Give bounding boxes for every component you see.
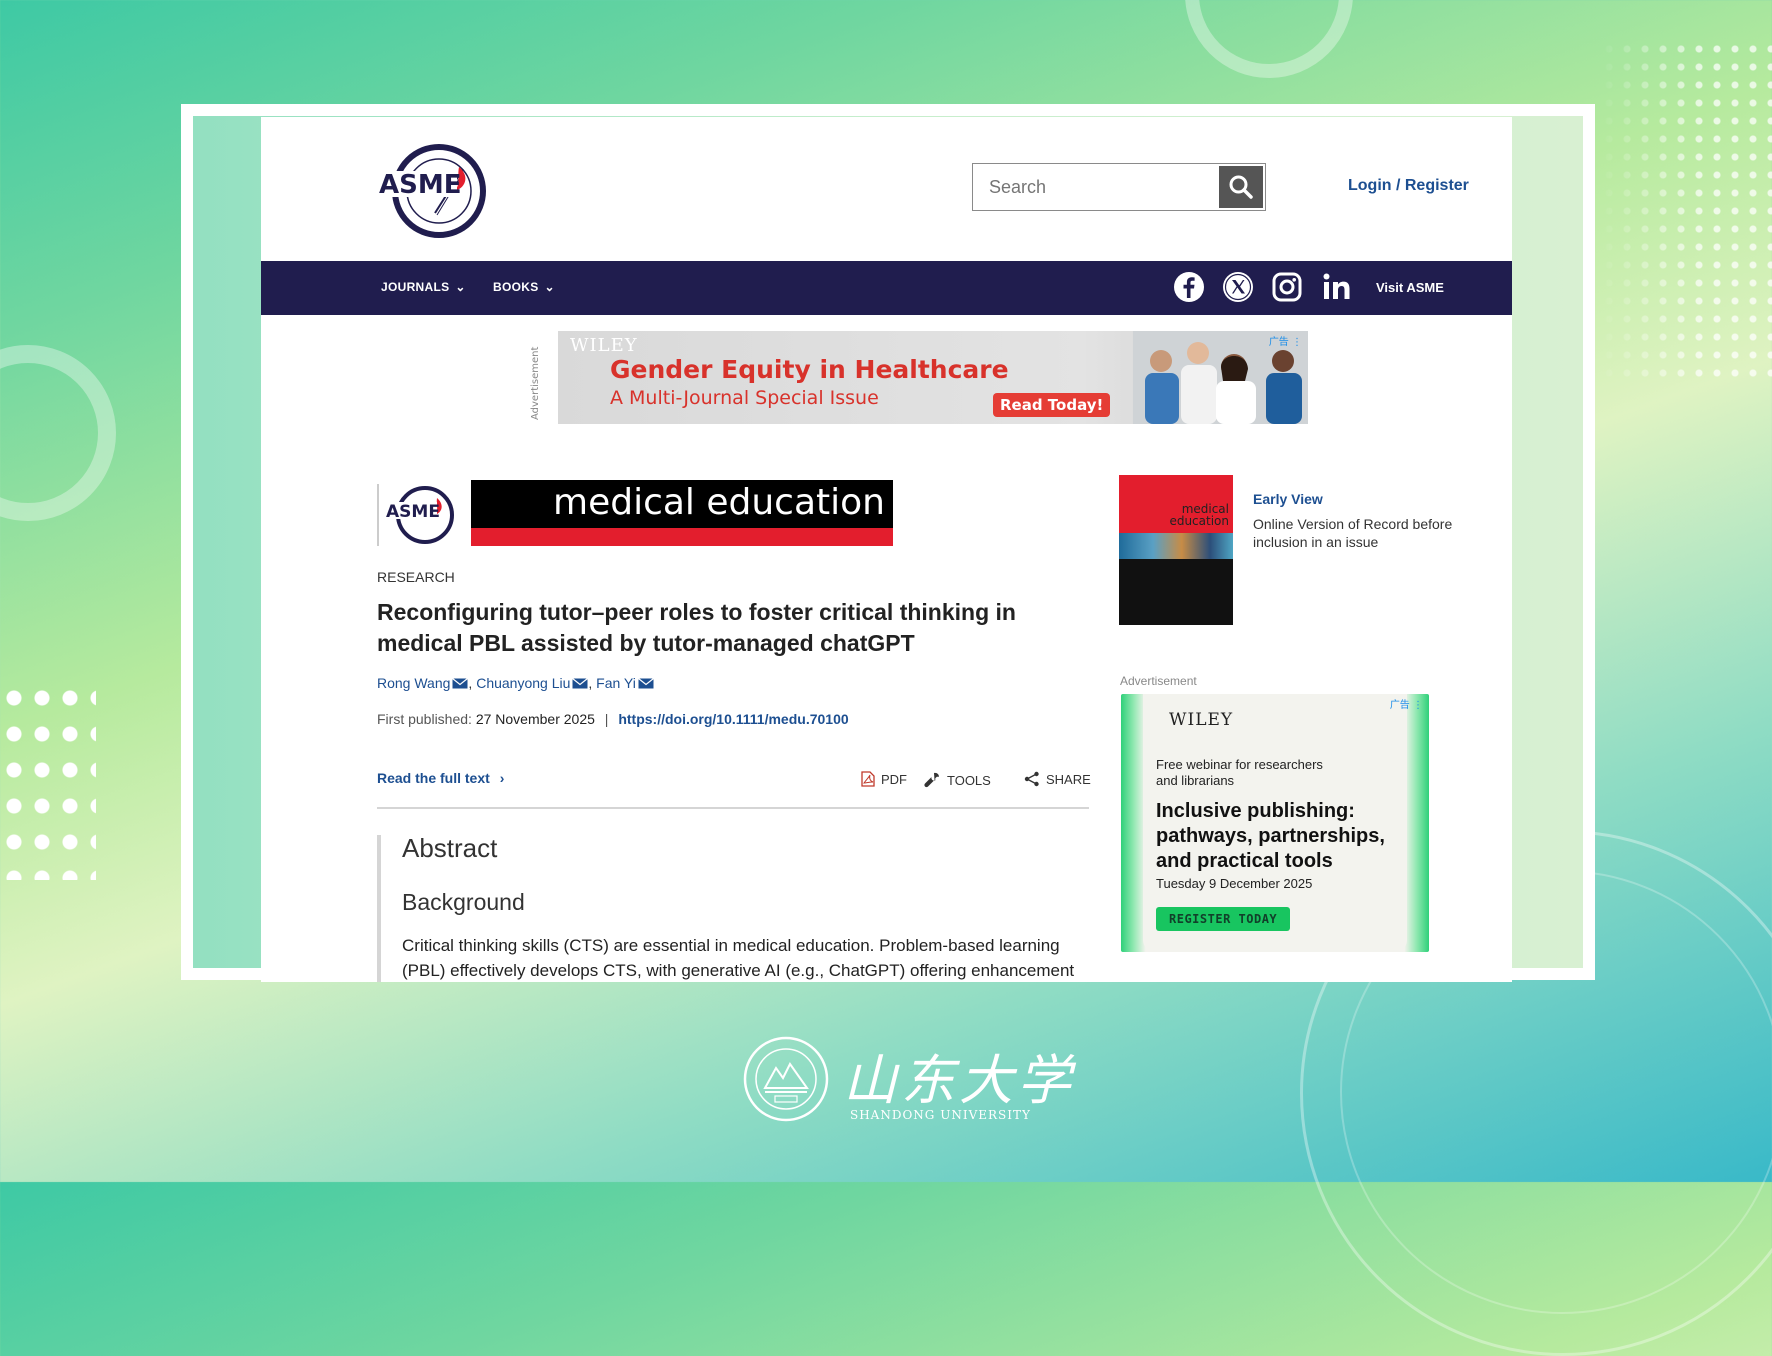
tools-button[interactable]: TOOLS	[923, 771, 991, 789]
journal-cover-image[interactable]: medical education	[1119, 475, 1233, 625]
web-page: ASME Login / Register JOURNALS ⌄ BOOKS ⌄	[261, 117, 1512, 982]
article-title: Reconfiguring tutor–peer roles to foster…	[377, 599, 1016, 656]
asme-journal-logo: ASME	[377, 484, 454, 546]
early-view-description: Online Version of Record before inclusio…	[1253, 516, 1453, 550]
email-icon[interactable]	[638, 678, 654, 689]
chevron-down-icon: ⌄	[455, 280, 466, 294]
pdf-label: PDF	[881, 771, 907, 787]
pdf-button[interactable]: PDF	[861, 771, 907, 787]
journal-logo-text: ASME	[386, 502, 440, 522]
asme-logo[interactable]: ASME	[377, 143, 495, 239]
x-icon[interactable]	[1222, 271, 1254, 303]
background-heading: Background	[402, 889, 525, 915]
author-link[interactable]: Rong Wang	[377, 675, 450, 691]
article-category: RESEARCH	[377, 569, 455, 585]
content-divider	[377, 807, 1089, 809]
doi-link[interactable]: https://doi.org/10.1111/medu.70100	[618, 711, 848, 727]
webinar-ad-intro: Free webinar for researchers and librari…	[1156, 757, 1323, 789]
publication-info: First published: 27 November 2025 | http…	[377, 711, 849, 727]
advertisement-label: Advertisement	[530, 346, 541, 420]
author-link[interactable]: Fan Yi	[596, 675, 636, 691]
share-button[interactable]: SHARE	[1024, 771, 1091, 787]
webinar-ad-date: Tuesday 9 December 2025	[1156, 876, 1313, 891]
search-icon	[1229, 175, 1253, 199]
author-list: Rong Wang, Chuanyong Liu, Fan Yi	[377, 675, 654, 691]
early-view-title[interactable]: Early View	[1253, 491, 1323, 507]
first-published-date: 27 November 2025	[475, 711, 595, 727]
nav-books[interactable]: BOOKS ⌄	[493, 280, 555, 294]
university-name-english: SHANDONG UNIVERSITY	[850, 1108, 1031, 1122]
chevron-right-icon: ›	[499, 770, 505, 786]
decorative-ring	[0, 345, 116, 521]
linkedin-icon[interactable]	[1321, 271, 1353, 303]
wrench-icon	[924, 772, 939, 788]
ad-subtitle: A Multi-Journal Special Issue	[610, 387, 879, 409]
journal-banner-stripe	[471, 528, 893, 546]
separator: |	[604, 711, 609, 727]
nav-books-label: BOOKS	[493, 280, 539, 294]
webinar-ad-headline: Inclusive publishing: pathways, partners…	[1156, 800, 1385, 872]
ad-brand: WILEY	[570, 335, 638, 356]
university-seal-icon	[743, 1036, 829, 1122]
register-today-button[interactable]: REGISTER TODAY	[1156, 907, 1291, 931]
ad-choices-icon[interactable]: 广告 ⋮	[1269, 333, 1302, 348]
webinar-ad-brand: WILEY	[1169, 710, 1234, 730]
ad-choices-icon[interactable]: 广告 ⋮	[1390, 696, 1423, 711]
abstract-heading: Abstract	[402, 833, 498, 863]
visit-asme-link[interactable]: Visit ASME	[1376, 280, 1444, 295]
read-full-text-label: Read the full text	[377, 770, 490, 786]
cover-image-strip	[1119, 533, 1233, 559]
search-button[interactable]	[1219, 166, 1263, 208]
ad-banner[interactable]: WILEY Gender Equity in Healthcare A Mult…	[558, 331, 1308, 424]
advertisement-label: Advertisement	[1120, 674, 1197, 688]
decorative-ring	[1185, 0, 1353, 78]
logo-text: ASME	[379, 170, 461, 200]
read-full-text-link[interactable]: Read the full text ›	[377, 770, 504, 786]
webinar-ad-intro-line2: and librarians	[1156, 773, 1235, 788]
share-label: SHARE	[1046, 771, 1091, 787]
university-name-chinese: 山东大学	[843, 1049, 1075, 1112]
ad-read-today-button[interactable]: Read Today!	[993, 393, 1111, 417]
decorative-dots	[0, 680, 96, 880]
journal-banner-title: medical education	[553, 482, 885, 523]
author-link[interactable]: Chuanyong Liu	[476, 675, 570, 691]
ad-title: Gender Equity in Healthcare	[610, 355, 1009, 384]
chevron-down-icon: ⌄	[544, 280, 555, 294]
site-header: ASME Login / Register	[261, 117, 1512, 261]
email-icon[interactable]	[572, 678, 589, 689]
abstract-text: Critical thinking skills (CTS) are essen…	[402, 936, 1075, 980]
tools-label: TOOLS	[947, 772, 991, 788]
search-input[interactable]	[973, 164, 1255, 210]
pdf-icon	[861, 771, 875, 787]
main-navbar: JOURNALS ⌄ BOOKS ⌄ Visit ASME	[261, 261, 1512, 315]
nav-journals[interactable]: JOURNALS ⌄	[381, 280, 466, 294]
decorative-dots	[1600, 40, 1772, 380]
webinar-ad[interactable]: WILEY Free webinar for researchers and l…	[1121, 694, 1429, 952]
share-icon	[1024, 771, 1039, 787]
first-published-label: First published:	[377, 711, 472, 727]
search-field	[972, 163, 1266, 211]
abstract-side-bar	[377, 835, 381, 982]
email-icon[interactable]	[452, 678, 469, 689]
journal-banner[interactable]: medical education	[471, 480, 893, 546]
nav-journals-label: JOURNALS	[381, 280, 450, 294]
facebook-icon[interactable]	[1173, 271, 1205, 303]
cover-title-line2: education	[1169, 514, 1229, 528]
webinar-ad-intro-line1: Free webinar for researchers	[1156, 757, 1323, 772]
login-register-link[interactable]: Login / Register	[1348, 177, 1469, 195]
instagram-icon[interactable]	[1271, 271, 1303, 303]
